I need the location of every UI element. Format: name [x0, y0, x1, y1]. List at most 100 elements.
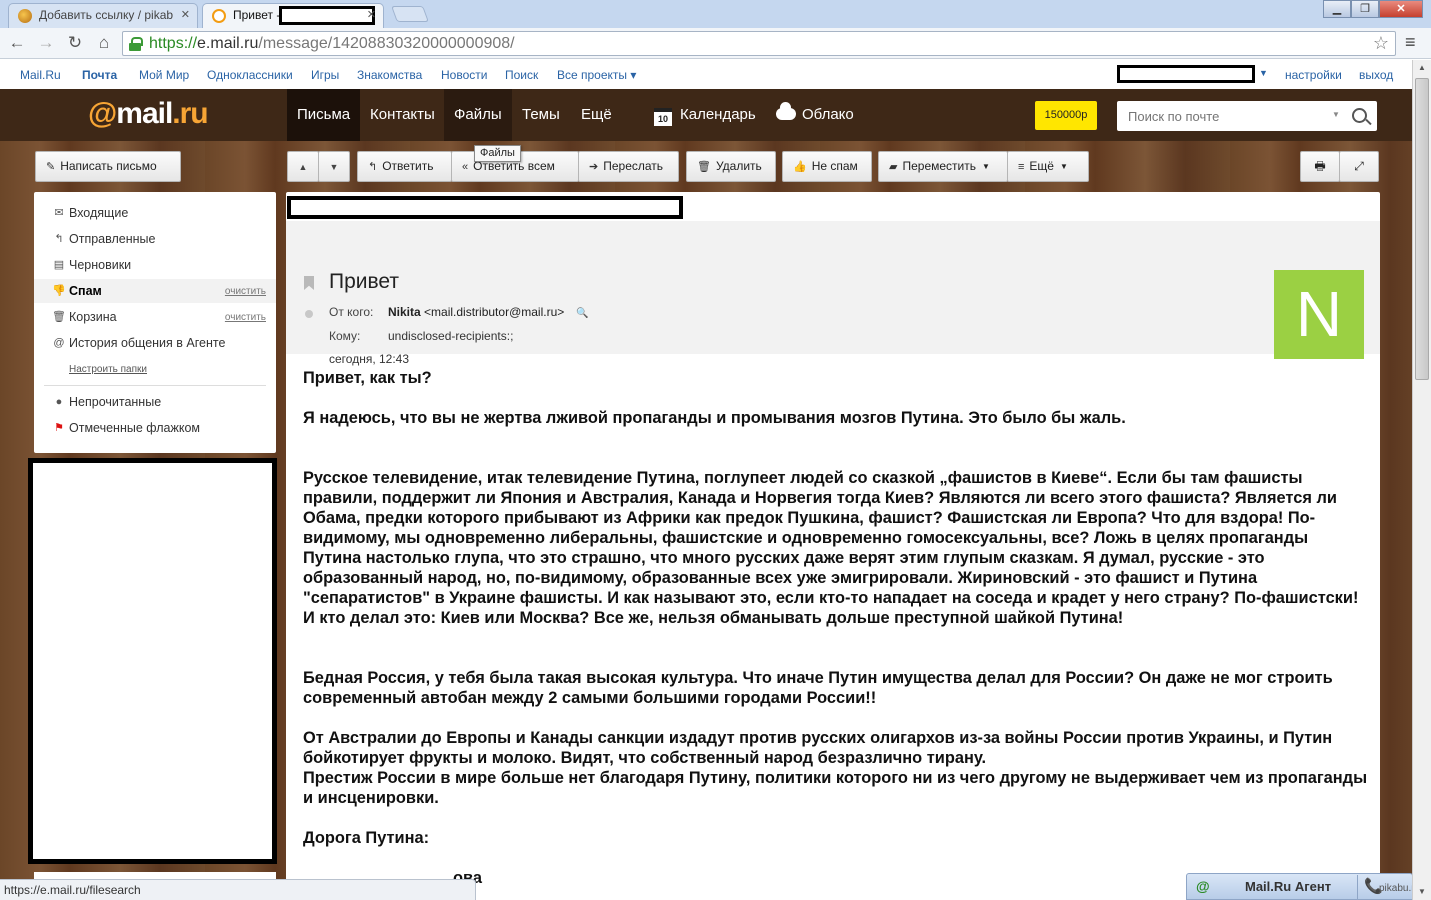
- next-message-button[interactable]: ▼: [318, 151, 350, 182]
- scroll-up-icon[interactable]: ▲: [1413, 60, 1431, 76]
- browser-menu-icon[interactable]: ≡: [1405, 32, 1416, 53]
- body-paragraph: Бедная Россия, у тебя была такая высокая…: [303, 669, 1333, 707]
- window-close-icon[interactable]: ✕: [1379, 0, 1423, 18]
- sender-avatar: N: [1274, 270, 1364, 359]
- page-scrollbar[interactable]: ▲ ▼: [1412, 60, 1431, 900]
- not-spam-button[interactable]: 👍 Не спам: [782, 151, 872, 182]
- search-input[interactable]: [1117, 101, 1322, 131]
- nav-cloud[interactable]: Облако: [766, 89, 864, 141]
- portal-link-moymir[interactable]: Мой Мир: [139, 68, 189, 82]
- promo-badge[interactable]: 150000р: [1035, 101, 1097, 130]
- magnifier-icon[interactable]: 🔍: [576, 308, 588, 319]
- compose-button[interactable]: ✎ Написать письмо: [35, 151, 181, 182]
- minimize-icon[interactable]: ▁: [1323, 0, 1351, 18]
- reply-icon: ↰: [368, 161, 378, 173]
- message-header: Привет От кого: Nikita <mail.distributor@…: [286, 221, 1380, 366]
- sidebar-item-flagged[interactable]: ⚑ Отмеченные флажком: [34, 416, 276, 440]
- prev-message-button[interactable]: ▲: [287, 151, 319, 182]
- reply-button[interactable]: ↰ Ответить: [357, 151, 452, 182]
- nav-calendar[interactable]: 10 Календарь: [644, 89, 766, 141]
- redaction-box: [279, 6, 375, 25]
- agent-label: Mail.Ru Агент: [1245, 879, 1332, 894]
- expand-button[interactable]: ⤢: [1339, 151, 1379, 182]
- back-arrow-icon[interactable]: ←: [6, 32, 28, 54]
- sender-name[interactable]: Nikita: [388, 305, 421, 319]
- portal-link-ok[interactable]: Одноклассники: [207, 68, 293, 82]
- sidebar-item-sent[interactable]: ↰ Отправленные: [34, 227, 276, 251]
- redaction-box: [287, 196, 683, 219]
- bookmark-flag-icon[interactable]: [304, 276, 314, 290]
- arrow-down-icon: ▼: [329, 162, 339, 172]
- portal-link-dating[interactable]: Знакомства: [357, 68, 422, 82]
- portal-link-all-projects[interactable]: Все проекты ▾: [557, 68, 636, 82]
- nav-more[interactable]: Ещё: [571, 89, 622, 141]
- account-caret-icon[interactable]: ▼: [1259, 68, 1268, 78]
- sidebar-item-trash[interactable]: 🗑 Корзина очистить: [34, 305, 276, 329]
- sidebar-item-spam[interactable]: 👎 Спам очистить: [34, 279, 276, 303]
- configure-folders-link[interactable]: Настроить папки: [69, 364, 147, 375]
- sidebar-item-inbox[interactable]: ✉ Входящие: [34, 201, 276, 225]
- address-bar[interactable]: https://e.mail.ru/message/14208830320000…: [122, 31, 1396, 56]
- tab-close-icon[interactable]: ✕: [367, 4, 376, 26]
- forward-button[interactable]: ➔ Переслать: [578, 151, 679, 182]
- clear-spam-link[interactable]: очистить: [225, 280, 266, 304]
- window-controls: ▁ ❐ ✕: [1323, 0, 1423, 18]
- body-paragraph: Престиж России в мире больше нет благода…: [303, 769, 1368, 807]
- forward-arrow-icon[interactable]: →: [35, 32, 57, 54]
- mailru-logo[interactable]: @mail.ru: [88, 97, 209, 131]
- agent-at-icon: @: [1196, 878, 1210, 894]
- scroll-down-icon[interactable]: ▼: [1413, 884, 1431, 900]
- logout-link[interactable]: выход: [1359, 68, 1393, 82]
- browser-tab-mail[interactable]: Привет - ✕: [202, 3, 384, 28]
- divider: [44, 385, 266, 386]
- nav-contacts[interactable]: Контакты: [360, 89, 445, 141]
- browser-tab-pikabu[interactable]: Добавить ссылку / pikab ✕: [8, 3, 198, 28]
- nav-files[interactable]: Файлы: [444, 89, 512, 141]
- dot-icon: ●: [55, 396, 63, 408]
- reply-all-icon: «: [462, 161, 469, 173]
- portal-bar: Mail.Ru Почта Мой Мир Одноклассники Игры…: [0, 60, 1412, 89]
- folder-icon: ▰: [889, 161, 898, 173]
- recipients: undisclosed-recipients:;: [388, 329, 514, 343]
- portal-link-news[interactable]: Новости: [441, 68, 487, 82]
- settings-link[interactable]: настройки: [1285, 68, 1342, 82]
- move-button[interactable]: ▰ Переместить ▼: [878, 151, 1008, 182]
- portal-link-search[interactable]: Поиск: [505, 68, 538, 82]
- caret-down-icon: ▼: [982, 162, 990, 171]
- sidebar-item-drafts[interactable]: ▤ Черновики: [34, 253, 276, 277]
- portal-link-mailru[interactable]: Mail.Ru: [20, 68, 61, 82]
- nav-letters[interactable]: Письма: [287, 89, 361, 141]
- message-subject: Привет: [329, 270, 400, 293]
- sender-email[interactable]: <mail.distributor@mail.ru>: [424, 305, 564, 319]
- more-actions-button[interactable]: ≡ Ещё ▼: [1007, 151, 1089, 182]
- reload-icon[interactable]: ↻: [64, 32, 86, 54]
- search-icon[interactable]: [1352, 108, 1367, 123]
- body-paragraph: Русское телевидение, итак телевидение Пу…: [303, 469, 1359, 627]
- tab-close-icon[interactable]: ✕: [181, 4, 190, 26]
- to-row: Кому: undisclosed-recipients:;: [329, 329, 514, 343]
- print-button[interactable]: 🖶: [1300, 151, 1340, 182]
- arrow-up-icon: ▲: [298, 162, 308, 172]
- home-icon[interactable]: ⌂: [93, 32, 115, 54]
- restore-icon[interactable]: ❐: [1351, 0, 1379, 18]
- clear-trash-link[interactable]: очистить: [225, 306, 266, 330]
- lock-icon: [129, 37, 143, 51]
- nav-topics[interactable]: Темы: [512, 89, 570, 141]
- new-tab-button[interactable]: [391, 6, 429, 22]
- mail-favicon-icon: [212, 9, 226, 23]
- body-paragraph: От Австралии до Европы и Канады санкции …: [303, 729, 1333, 767]
- trash-icon: 🗑: [697, 161, 711, 173]
- read-status-dot-icon[interactable]: [305, 310, 313, 318]
- tab-title: Добавить ссылку / pikab: [39, 8, 174, 22]
- message-panel: Привет От кого: Nikita <mail.distributor@…: [286, 192, 1380, 900]
- reply-icon: ↰: [54, 233, 64, 245]
- delete-button[interactable]: 🗑 Удалить: [686, 151, 776, 182]
- scrollbar-thumb[interactable]: [1415, 78, 1429, 380]
- portal-link-mail[interactable]: Почта: [82, 68, 117, 82]
- sidebar-item-unread[interactable]: ● Непрочитанные: [34, 390, 276, 414]
- sidebar-item-agent-history[interactable]: @ История общения в Агенте: [34, 331, 276, 355]
- search-options-caret-icon[interactable]: ▼: [1332, 110, 1340, 119]
- bookmark-star-icon[interactable]: ☆: [1373, 33, 1389, 54]
- portal-link-games[interactable]: Игры: [311, 68, 339, 82]
- body-paragraph: Дорога Путина:: [303, 829, 430, 847]
